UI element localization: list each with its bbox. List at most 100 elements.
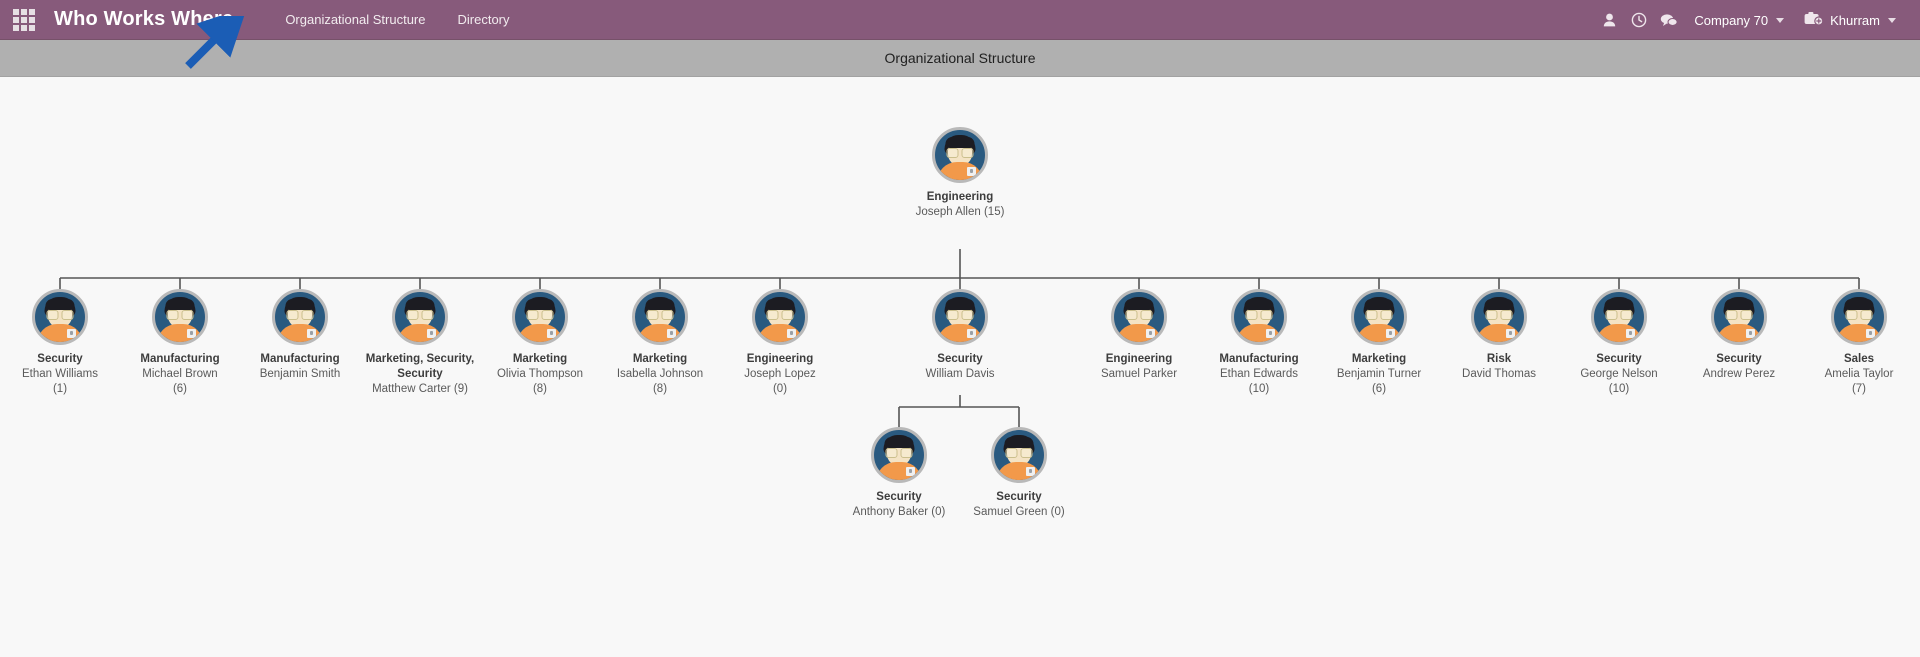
node-department: Engineering	[926, 191, 994, 203]
org-chart-canvas: Engineering Joseph Allen (15) Security Etha…	[0, 77, 1920, 657]
node-label: Security Samuel Green (0)	[973, 490, 1064, 520]
node-person: Olivia Thompson	[496, 368, 584, 380]
node-count: (0)	[772, 383, 788, 395]
top-navbar: Who Works Where Organizational Structure…	[0, 0, 1920, 40]
node-person: Joseph Lopez	[744, 368, 816, 380]
node-person: Matthew Carter (9)	[372, 383, 468, 395]
node-label: Security Anthony Baker (0)	[853, 490, 946, 520]
node-department: Risk	[1486, 353, 1512, 365]
node-label: Engineering Joseph Allen (15)	[916, 190, 1005, 220]
org-node-olivia-thompson[interactable]: Marketing Olivia Thompson (8)	[480, 289, 600, 397]
node-person: Isabella Johnson	[616, 368, 704, 380]
avatar	[272, 289, 328, 345]
camera-avatar-icon	[1804, 11, 1824, 29]
node-count: (1)	[52, 383, 68, 395]
node-label: Sales Amelia Taylor (7)	[1825, 352, 1894, 397]
node-department: Manufacturing	[140, 353, 220, 365]
chevron-down-icon	[1888, 17, 1896, 23]
node-label: Marketing Olivia Thompson (8)	[497, 352, 583, 397]
node-count: (8)	[532, 383, 548, 395]
node-label: Risk David Thomas	[1462, 352, 1536, 382]
node-person: Michael Brown	[142, 368, 218, 380]
chat-icon[interactable]	[1654, 0, 1684, 40]
avatar	[1591, 289, 1647, 345]
avatar	[1351, 289, 1407, 345]
nav-item-directory[interactable]: Directory	[448, 8, 520, 31]
avatar	[932, 127, 988, 183]
node-department: Security	[37, 353, 83, 365]
avatar	[871, 427, 927, 483]
apps-grid-icon[interactable]	[10, 6, 38, 34]
avatar	[152, 289, 208, 345]
node-department: Security	[996, 491, 1042, 503]
org-node-benjamin-smith[interactable]: Manufacturing Benjamin Smith	[240, 289, 360, 382]
org-node-william-davis[interactable]: Security William Davis	[900, 289, 1020, 382]
avatar	[392, 289, 448, 345]
node-person: Ethan Edwards	[1219, 368, 1298, 380]
node-label: Security George Nelson (10)	[1580, 352, 1657, 397]
node-department: Engineering	[746, 353, 814, 365]
org-node-michael-brown[interactable]: Manufacturing Michael Brown (6)	[120, 289, 240, 397]
avatar	[1111, 289, 1167, 345]
node-person: Andrew Perez	[1702, 368, 1776, 380]
avatar	[1231, 289, 1287, 345]
node-person: David Thomas	[1462, 368, 1536, 380]
node-person: Benjamin Turner	[1336, 368, 1422, 380]
avatar	[991, 427, 1047, 483]
org-node-george-nelson[interactable]: Security George Nelson (10)	[1559, 289, 1679, 397]
page-title: Organizational Structure	[884, 50, 1036, 66]
app-brand-title: Who Works Where	[54, 8, 234, 30]
node-label: Marketing Isabella Johnson (8)	[617, 352, 703, 397]
node-count: (8)	[652, 383, 668, 395]
person-icon[interactable]	[1594, 0, 1624, 40]
top-right-controls: Company 70 Khurram	[1594, 0, 1906, 40]
org-node-benjamin-turner[interactable]: Marketing Benjamin Turner (6)	[1319, 289, 1439, 397]
node-person: Benjamin Smith	[259, 368, 341, 380]
node-label: Security Andrew Perez	[1703, 352, 1775, 382]
company-switcher[interactable]: Company 70	[1684, 0, 1794, 40]
page-title-bar: Organizational Structure	[0, 40, 1920, 77]
node-department: Marketing, Security, Security	[365, 353, 475, 380]
org-node-anthony-baker-[interactable]: Security Anthony Baker (0)	[839, 427, 959, 520]
node-count: (10)	[1608, 383, 1630, 395]
company-label: Company 70	[1694, 12, 1769, 28]
org-node-joseph-lopez[interactable]: Engineering Joseph Lopez (0)	[720, 289, 840, 397]
nav-item-organizational-structure[interactable]: Organizational Structure	[275, 8, 435, 31]
user-menu[interactable]: Khurram	[1794, 0, 1906, 40]
avatar	[1831, 289, 1887, 345]
avatar	[1471, 289, 1527, 345]
org-node-ethan-williams[interactable]: Security Ethan Williams (1)	[0, 289, 120, 397]
node-department: Security	[876, 491, 922, 503]
node-department: Marketing	[512, 353, 568, 365]
node-label: Engineering Samuel Parker	[1101, 352, 1177, 382]
node-label: Security Ethan Williams (1)	[22, 352, 98, 397]
node-department: Security	[1716, 353, 1762, 365]
node-person: Samuel Green (0)	[973, 506, 1065, 518]
org-node-samuel-parker[interactable]: Engineering Samuel Parker	[1079, 289, 1199, 382]
node-count: (6)	[1371, 383, 1387, 395]
node-person: Samuel Parker	[1100, 368, 1178, 380]
node-department: Security	[937, 353, 983, 365]
org-node-andrew-perez[interactable]: Security Andrew Perez	[1679, 289, 1799, 382]
node-label: Marketing, Security, Security Matthew Car…	[360, 352, 480, 397]
avatar	[1711, 289, 1767, 345]
node-label: Manufacturing Ethan Edwards (10)	[1219, 352, 1298, 397]
org-node-ethan-edwards[interactable]: Manufacturing Ethan Edwards (10)	[1199, 289, 1319, 397]
avatar	[512, 289, 568, 345]
node-label: Security William Davis	[926, 352, 995, 382]
org-node-amelia-taylor[interactable]: Sales Amelia Taylor (7)	[1799, 289, 1919, 397]
avatar	[32, 289, 88, 345]
org-node-david-thomas[interactable]: Risk David Thomas	[1439, 289, 1559, 382]
org-node-matthew-carter-[interactable]: Marketing, Security, Security Matthew Car…	[360, 289, 480, 397]
org-node-isabella-johnson[interactable]: Marketing Isabella Johnson (8)	[600, 289, 720, 397]
node-person: Amelia Taylor	[1824, 368, 1894, 380]
node-label: Marketing Benjamin Turner (6)	[1337, 352, 1421, 397]
node-person: Anthony Baker (0)	[852, 506, 946, 518]
user-name-label: Khurram	[1830, 12, 1880, 28]
org-node-root[interactable]: Engineering Joseph Allen (15)	[900, 127, 1020, 220]
node-person: George Nelson	[1580, 368, 1658, 380]
node-count: (10)	[1248, 383, 1270, 395]
avatar	[752, 289, 808, 345]
org-node-samuel-green-[interactable]: Security Samuel Green (0)	[959, 427, 1079, 520]
clock-activity-icon[interactable]	[1624, 0, 1654, 40]
